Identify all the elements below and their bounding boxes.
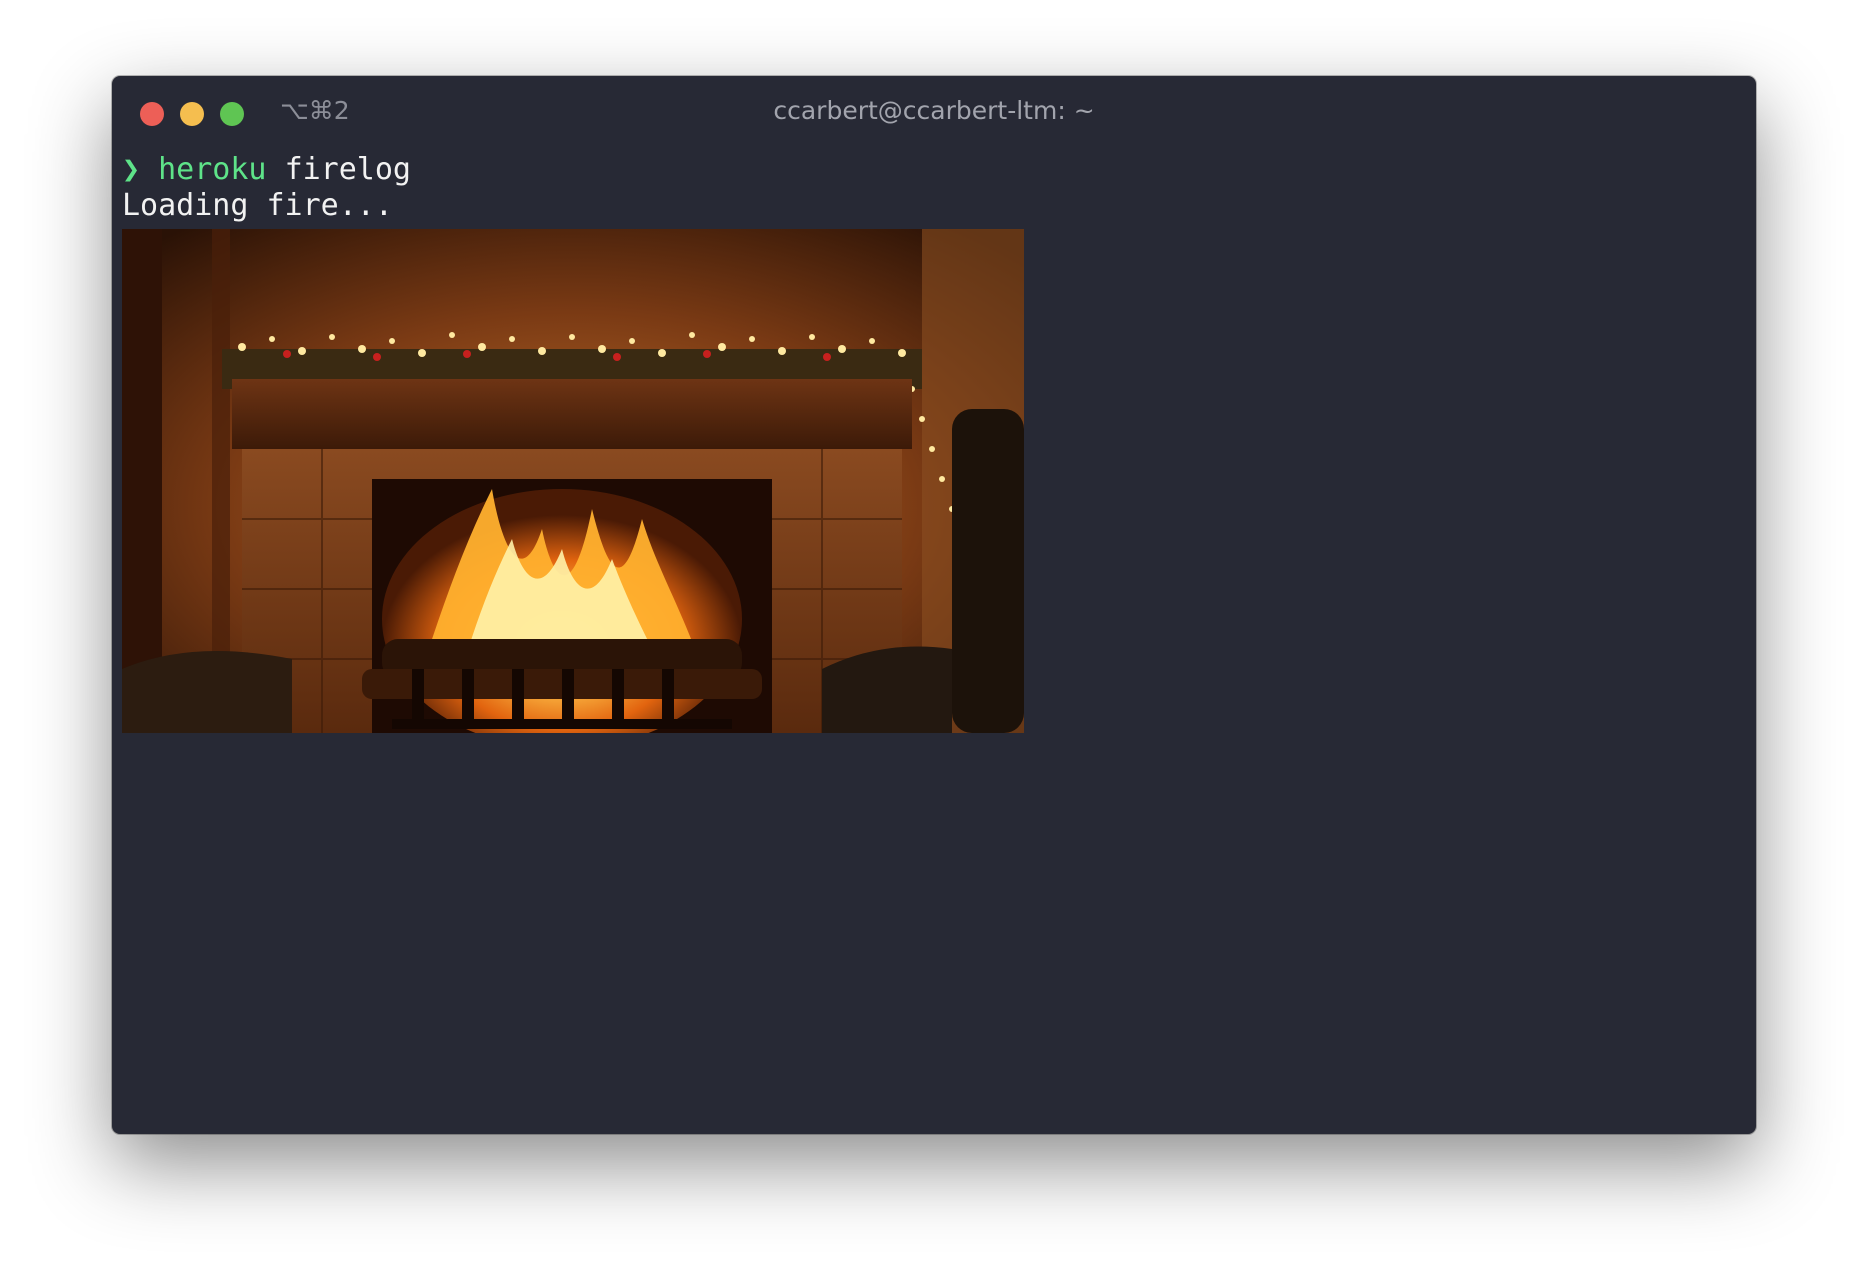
prompt-symbol: ❯ xyxy=(122,152,141,187)
window-title: ccarbert@ccarbert-ltm: ~ xyxy=(773,96,1095,125)
command-argument: firelog xyxy=(284,152,411,187)
title-bar: ⌥⌘2 ccarbert@ccarbert-ltm: ~ xyxy=(112,76,1756,152)
output-line: Loading fire... xyxy=(122,188,393,223)
terminal-output[interactable]: ❯ heroku firelog Loading fire... xyxy=(122,152,1756,1134)
terminal-window: ⌥⌘2 ccarbert@ccarbert-ltm: ~ ❯ heroku fi… xyxy=(112,76,1756,1134)
command-name: heroku xyxy=(158,152,267,187)
command-line: ❯ heroku firelog xyxy=(122,152,1756,188)
fireplace-image xyxy=(122,229,1024,733)
